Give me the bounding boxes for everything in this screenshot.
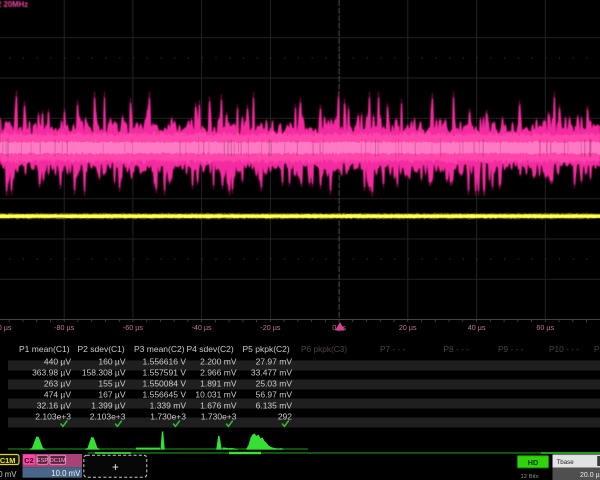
svg-text:ESP: ESP [37,458,49,464]
svg-text:474 µV: 474 µV [44,390,71,400]
svg-text:1.339 mV: 1.339 mV [150,401,187,411]
svg-text:1.730e+3: 1.730e+3 [150,412,186,422]
svg-text:-60 µs: -60 µs [123,323,144,332]
svg-text:440 µV: 440 µV [44,357,71,367]
svg-text:20 µs: 20 µs [399,323,417,332]
svg-text:1.730e+3: 1.730e+3 [201,412,237,422]
svg-text:20.0 µs/div: 20.0 µs/div [580,472,600,479]
svg-text:10.031 mV: 10.031 mV [195,390,236,400]
svg-text:56.97 mV: 56.97 mV [256,390,293,400]
svg-text:Tbase: Tbase [557,459,575,466]
svg-text:P9 - - -: P9 - - - [498,344,524,354]
svg-text:263 µV: 263 µV [44,379,71,389]
svg-text:2.103e+3: 2.103e+3 [90,412,126,422]
svg-text:1.891 mV: 1.891 mV [200,379,237,389]
svg-text:+: + [112,462,119,474]
svg-text:1.676 mV: 1.676 mV [200,401,237,411]
svg-text:P1 mean(C1): P1 mean(C1) [19,344,70,354]
svg-text:2.966 mV: 2.966 mV [200,368,237,378]
svg-text:1.557591 V: 1.557591 V [143,368,187,378]
svg-text:60 µs: 60 µs [536,323,554,332]
svg-text:40 µs: 40 µs [468,323,486,332]
svg-text:292: 292 [278,412,292,422]
svg-text:0 mV: 0 mV [0,470,17,479]
svg-text:12 Bits: 12 Bits [521,474,539,480]
svg-text:P6 pkpk(C3): P6 pkpk(C3) [301,344,347,354]
svg-text:C2: C2 [24,456,33,465]
svg-text:363.98 µV: 363.98 µV [32,368,71,378]
svg-text:P4 sdev(C2): P4 sdev(C2) [187,344,234,354]
svg-text:P3 mean(C2): P3 mean(C2) [134,344,185,354]
svg-text:-40 µs: -40 µs [192,323,213,332]
svg-text:2.103e+3: 2.103e+3 [35,412,71,422]
svg-text:P8 - - -: P8 - - - [444,344,470,354]
svg-text:P1: P1 [594,344,600,354]
svg-text:DC1M: DC1M [0,456,15,465]
svg-text:158.308 µV: 158.308 µV [82,368,126,378]
svg-text:1.550084 V: 1.550084 V [143,379,187,389]
svg-text:32.16 µV: 32.16 µV [37,401,72,411]
svg-text:DC1M: DC1M [50,458,66,464]
svg-text:25.03 mV: 25.03 mV [256,379,293,389]
svg-text:HD: HD [528,458,538,467]
svg-text:P10 - - -: P10 - - - [549,344,579,354]
svg-text:33.477 mV: 33.477 mV [251,368,292,378]
svg-text:P2 sdev(C1): P2 sdev(C1) [78,344,125,354]
svg-text:-80 µs: -80 µs [54,323,75,332]
svg-text:2 20MHz: 2 20MHz [0,0,28,9]
svg-text:167 µV: 167 µV [98,390,125,400]
svg-text:1.556616 V: 1.556616 V [143,357,187,367]
svg-text:6.135 mV: 6.135 mV [256,401,293,411]
svg-text:1.556645 V: 1.556645 V [143,390,187,400]
svg-text:155 µV: 155 µV [98,379,125,389]
svg-text:P7 - - -: P7 - - - [380,344,406,354]
svg-text:27.97 mV: 27.97 mV [256,357,293,367]
svg-text:2.200 mV: 2.200 mV [200,357,237,367]
svg-text:P5 pkpk(C2): P5 pkpk(C2) [243,344,290,354]
svg-text:-20 µs: -20 µs [260,323,281,332]
svg-text:1.399 µV: 1.399 µV [91,401,126,411]
svg-text:160 µV: 160 µV [98,357,125,367]
svg-text:-100 µs: -100 µs [0,323,12,332]
svg-text:10.0 mV: 10.0 mV [51,469,81,478]
